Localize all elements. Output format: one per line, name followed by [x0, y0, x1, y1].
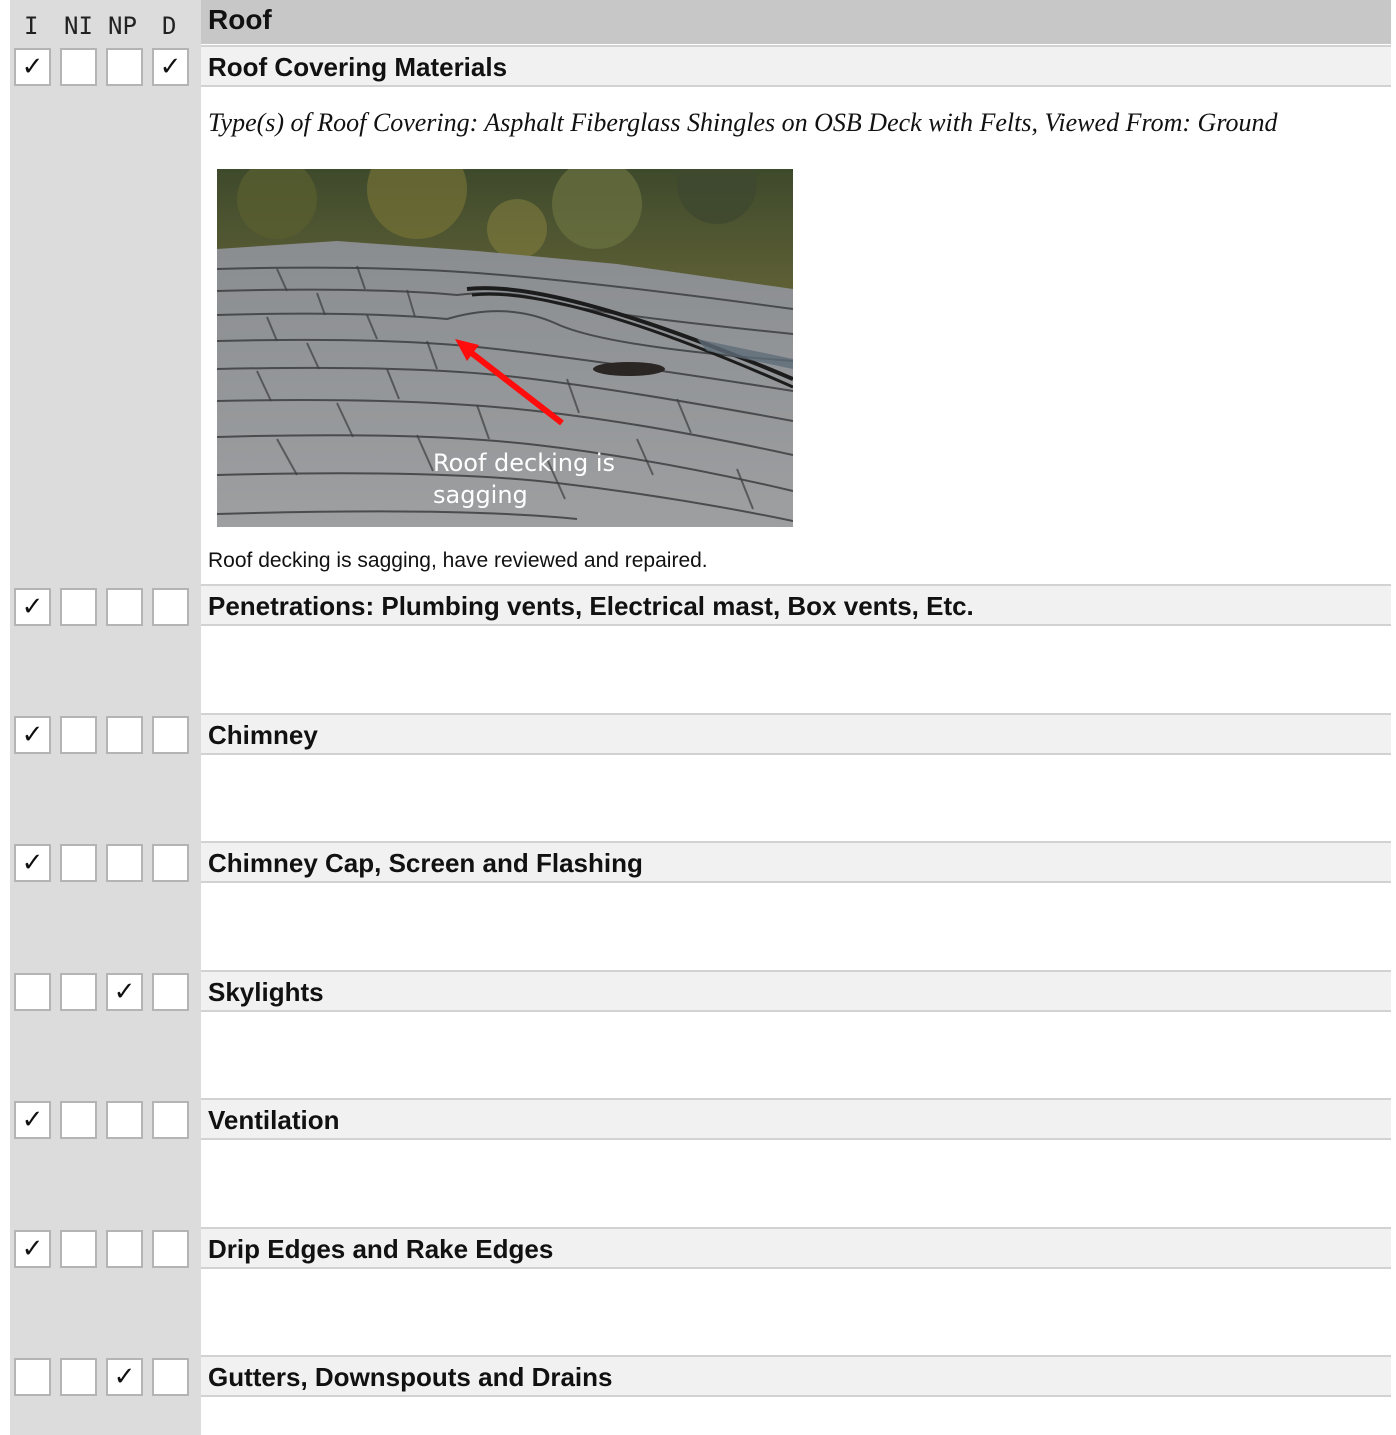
checkbox-inspected[interactable]: ✓ — [14, 1230, 51, 1268]
checkbox-inspected[interactable] — [14, 973, 51, 1011]
section-title: Chimney — [208, 720, 318, 750]
section-title: Ventilation — [208, 1105, 340, 1135]
column-label-i: I — [24, 12, 39, 40]
section-header-roof-covering: Roof Covering Materials — [201, 45, 1391, 87]
checkbox-not-inspected[interactable] — [60, 1101, 97, 1139]
checkbox-not-inspected[interactable] — [60, 1230, 97, 1268]
checkbox-inspected[interactable]: ✓ — [14, 844, 51, 882]
checkbox-deficient[interactable] — [152, 1101, 189, 1139]
checkbox-deficient[interactable]: ✓ — [152, 48, 189, 86]
checkbox-deficient[interactable] — [152, 716, 189, 754]
section-title: Gutters, Downspouts and Drains — [208, 1362, 613, 1392]
section-header-drip-edges: Drip Edges and Rake Edges — [201, 1227, 1391, 1269]
page-title: Roof — [208, 4, 272, 35]
checkbox-not-inspected[interactable] — [60, 844, 97, 882]
checkbox-not-present[interactable] — [106, 1230, 143, 1268]
checkbox-deficient[interactable] — [152, 1358, 189, 1396]
section-title: Chimney Cap, Screen and Flashing — [208, 848, 643, 878]
checkbox-inspected[interactable]: ✓ — [14, 1101, 51, 1139]
checkbox-not-present[interactable] — [106, 716, 143, 754]
checkbox-deficient[interactable] — [152, 973, 189, 1011]
section-header-gutters: Gutters, Downspouts and Drains — [201, 1355, 1391, 1397]
column-label-ni: NI — [64, 12, 93, 40]
checkbox-inspected[interactable]: ✓ — [14, 716, 51, 754]
checkbox-not-inspected[interactable] — [60, 48, 97, 86]
checkbox-not-present[interactable] — [106, 844, 143, 882]
checkbox-deficient[interactable] — [152, 1230, 189, 1268]
section-title: Roof Covering Materials — [208, 52, 508, 82]
section-header-chimney: Chimney — [201, 713, 1391, 755]
checkbox-not-present[interactable] — [106, 1101, 143, 1139]
photo-caption-line-2: sagging — [433, 481, 528, 509]
checkbox-not-inspected[interactable] — [60, 588, 97, 626]
section-title: Skylights — [208, 977, 324, 1007]
section-title: Drip Edges and Rake Edges — [208, 1234, 554, 1264]
page-title-bar: Roof — [201, 0, 1391, 44]
checkbox-not-present[interactable] — [106, 48, 143, 86]
roof-covering-comment: Roof decking is sagging, have reviewed a… — [208, 549, 708, 572]
checkbox-deficient[interactable] — [152, 844, 189, 882]
checkbox-deficient[interactable] — [152, 588, 189, 626]
checkbox-not-present[interactable] — [106, 588, 143, 626]
section-header-skylights: Skylights — [201, 970, 1391, 1012]
checkbox-not-inspected[interactable] — [60, 973, 97, 1011]
roof-sagging-photo: Roof decking is sagging — [217, 169, 793, 527]
section-header-ventilation: Ventilation — [201, 1098, 1391, 1140]
section-header-penetrations: Penetrations: Plumbing vents, Electrical… — [201, 584, 1391, 626]
roof-covering-type-line: Type(s) of Roof Covering: Asphalt Fiberg… — [208, 108, 1278, 137]
column-label-d: D — [162, 12, 177, 40]
checkbox-not-inspected[interactable] — [60, 716, 97, 754]
checkbox-inspected[interactable]: ✓ — [14, 588, 51, 626]
checkbox-inspected[interactable]: ✓ — [14, 48, 51, 86]
section-title: Penetrations: Plumbing vents, Electrical… — [208, 591, 974, 621]
photo-caption-line-1: Roof decking is — [433, 449, 615, 477]
checkbox-not-inspected[interactable] — [60, 1358, 97, 1396]
checkbox-not-present[interactable]: ✓ — [106, 1358, 143, 1396]
column-label-np: NP — [108, 12, 137, 40]
section-header-chimney-cap: Chimney Cap, Screen and Flashing — [201, 841, 1391, 883]
checkbox-not-present[interactable]: ✓ — [106, 973, 143, 1011]
checkbox-inspected[interactable] — [14, 1358, 51, 1396]
